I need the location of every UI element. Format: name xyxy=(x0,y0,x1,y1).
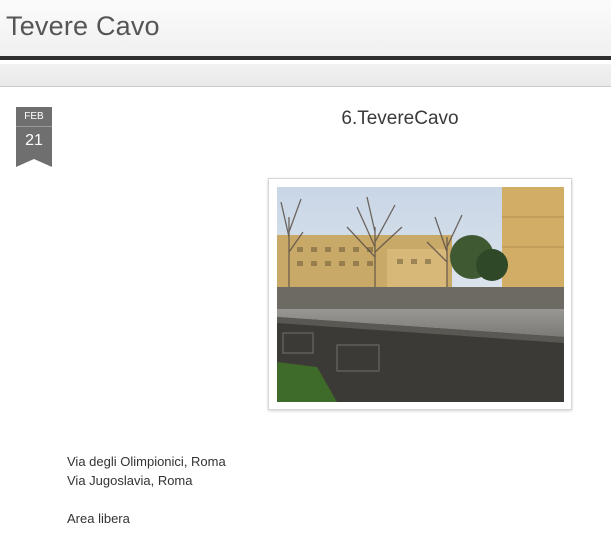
address-line-2: Via Jugoslavia, Roma xyxy=(67,473,193,488)
sub-navigation-bar xyxy=(0,64,611,87)
post-title[interactable]: 6.TevereCavo xyxy=(300,108,500,130)
post-photo[interactable] xyxy=(268,178,572,410)
date-day: 21 xyxy=(25,132,43,149)
address-line-1: Via degli Olimpionici, Roma xyxy=(67,454,226,469)
post-date-badge: FEB 21 xyxy=(16,107,52,167)
area-note: Area libera xyxy=(67,511,130,526)
site-title[interactable]: Tevere Cavo xyxy=(6,11,160,42)
street-photo-image xyxy=(277,187,564,402)
date-month: FEB xyxy=(16,107,52,127)
date-day-ribbon: 21 xyxy=(16,127,52,167)
site-header: Tevere Cavo xyxy=(0,0,611,60)
